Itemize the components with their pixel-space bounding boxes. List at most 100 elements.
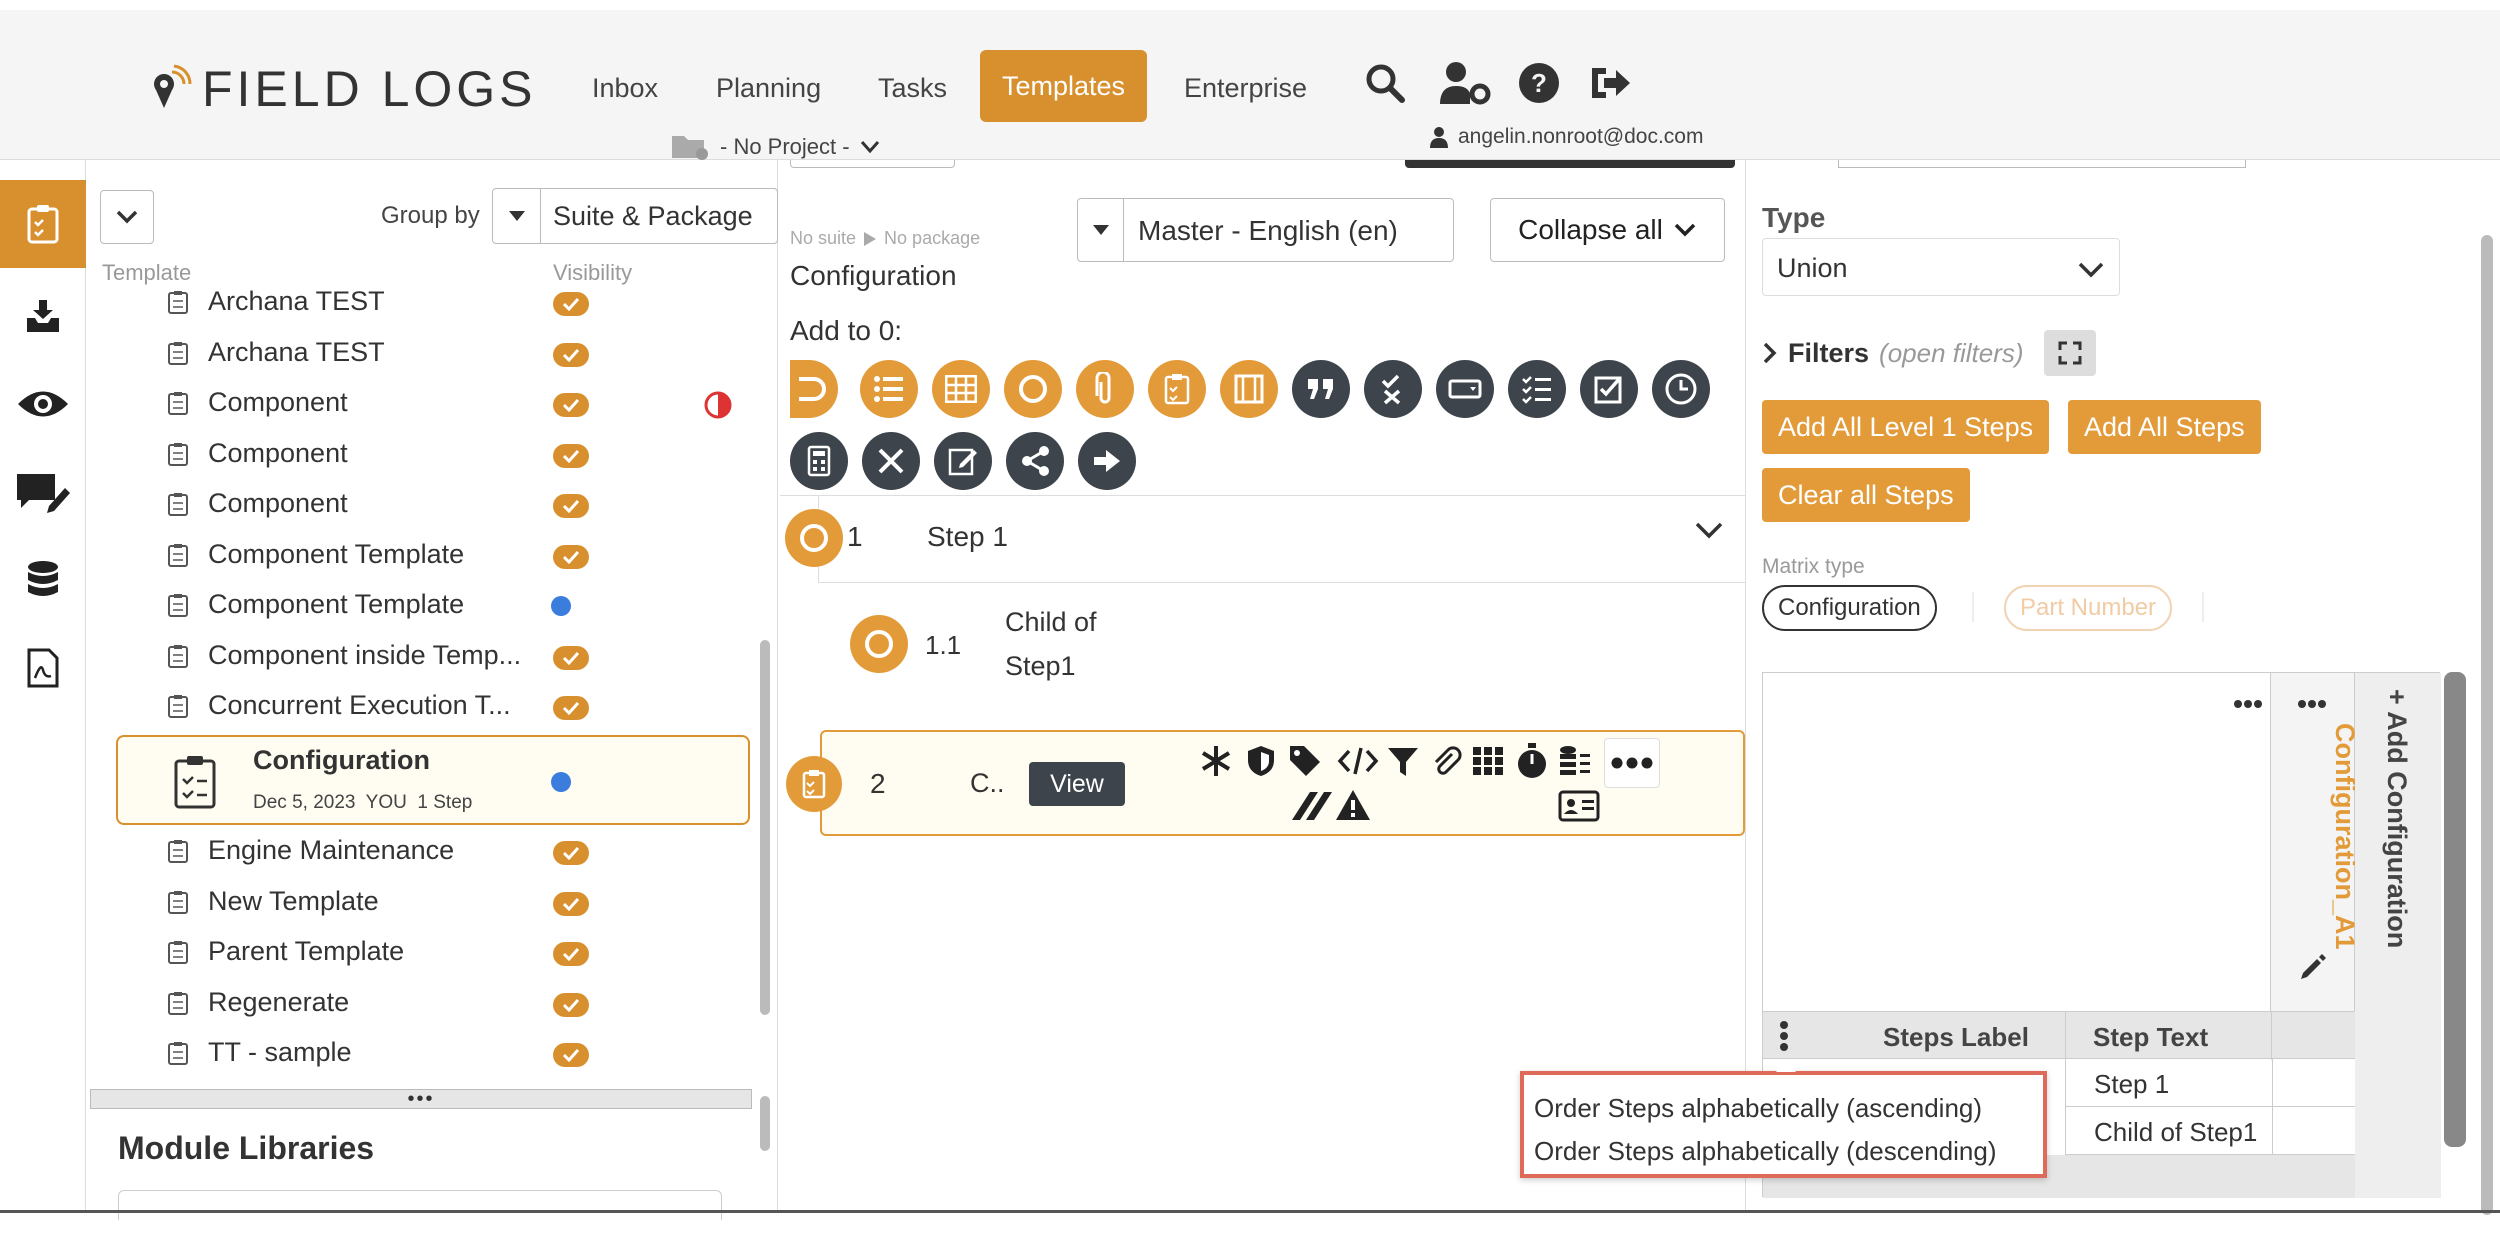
visibility-check-icon[interactable] <box>553 292 589 316</box>
check-x-icon[interactable] <box>1364 360 1422 418</box>
matrix-scrollbar[interactable] <box>2444 672 2466 1147</box>
search-icon[interactable] <box>1362 60 1408 106</box>
checklist-icon[interactable] <box>1148 360 1206 418</box>
template-row[interactable]: Component <box>88 480 778 530</box>
template-row[interactable]: TT - sample <box>88 1029 778 1079</box>
nav-tasks[interactable]: Tasks <box>878 60 947 116</box>
template-row[interactable]: Engine Maintenance <box>88 827 778 877</box>
rail-pdf[interactable] <box>0 624 86 712</box>
matrix-type-part-number[interactable]: Part Number <box>2004 585 2173 631</box>
clear-all-steps-button[interactable]: Clear all Steps <box>1762 468 1970 522</box>
paperclip-icon[interactable] <box>1430 744 1462 778</box>
clock-icon[interactable] <box>1652 360 1710 418</box>
tools-icon[interactable] <box>862 432 920 490</box>
panel-scrollbar[interactable] <box>2481 235 2493 1215</box>
selected-step-row[interactable]: 2 C.. View <box>786 730 1745 836</box>
slash-split-icon[interactable] <box>1290 790 1332 822</box>
more-dots-icon[interactable] <box>2233 699 2263 709</box>
table-row[interactable]: Step 1 <box>2065 1059 2355 1107</box>
table-row[interactable]: Child of Step1 <box>2065 1107 2355 1155</box>
panel-scrollbar[interactable] <box>760 1096 770 1151</box>
visibility-check-icon[interactable] <box>553 891 589 916</box>
template-row[interactable]: Component Template <box>88 531 778 581</box>
pencil-icon[interactable] <box>2299 953 2327 981</box>
add-level1-steps-button[interactable]: Add All Level 1 Steps <box>1762 400 2050 454</box>
more-dots-icon[interactable] <box>2297 699 2327 709</box>
filters-toggle[interactable]: Filters (open filters) <box>1762 330 2096 376</box>
selected-template-row[interactable]: Configuration Dec 5, 2023 YOU 1 Step <box>116 735 750 825</box>
database-list-icon[interactable] <box>1558 744 1592 778</box>
visibility-check-icon[interactable] <box>553 696 589 720</box>
matrix-type-configuration[interactable]: Configuration <box>1762 585 1937 631</box>
template-row[interactable]: Parent Template <box>88 928 778 978</box>
config-column-header[interactable]: Configuration_A1 <box>2271 673 2360 1011</box>
module-search-input[interactable] <box>118 1190 722 1220</box>
breadcrumb-suite[interactable]: No suite <box>790 228 856 249</box>
vertical-dots-icon[interactable] <box>1779 1020 1789 1052</box>
chevron-down-icon[interactable] <box>1694 521 1724 541</box>
resize-handle[interactable]: ••• <box>90 1089 752 1109</box>
list-icon[interactable] <box>860 360 918 418</box>
warning-icon[interactable] <box>1334 788 1372 822</box>
visibility-check-icon[interactable] <box>553 544 589 569</box>
template-row[interactable]: Concurrent Execution T... <box>88 682 778 732</box>
expand-icon[interactable] <box>2043 330 2096 376</box>
template-row[interactable]: Component inside Temp... <box>88 632 778 682</box>
template-row[interactable]: Regenerate <box>88 979 778 1029</box>
template-row[interactable]: Component <box>88 430 778 480</box>
template-row[interactable]: New Template <box>88 878 778 928</box>
film-icon[interactable] <box>1220 360 1278 418</box>
circle-step-icon[interactable] <box>1004 360 1062 418</box>
nav-inbox[interactable]: Inbox <box>592 60 658 116</box>
user-account[interactable]: angelin.nonroot@doc.com <box>1430 125 1703 149</box>
order-ascending-option[interactable]: Order Steps alphabetically (ascending) <box>1534 1093 1982 1124</box>
visibility-check-icon[interactable] <box>553 1043 589 1067</box>
attachment-icon[interactable] <box>1076 360 1134 418</box>
visibility-check-icon[interactable] <box>553 841 589 865</box>
asterisk-icon[interactable] <box>1199 744 1233 778</box>
logout-icon[interactable] <box>1588 60 1634 106</box>
code-icon[interactable] <box>1337 746 1379 776</box>
nav-planning[interactable]: Planning <box>716 60 821 116</box>
more-options-button[interactable] <box>1604 738 1660 788</box>
rail-visibility[interactable] <box>0 360 86 448</box>
breadcrumb-package[interactable]: No package <box>884 228 980 249</box>
arrow-right-icon[interactable] <box>1078 432 1136 490</box>
edit-form-icon[interactable] <box>934 432 992 490</box>
visibility-check-icon[interactable] <box>553 393 589 417</box>
visibility-dot[interactable] <box>551 772 571 792</box>
id-card-icon[interactable] <box>1558 790 1600 822</box>
share-icon[interactable] <box>1006 432 1064 490</box>
visibility-check-icon[interactable] <box>553 942 589 966</box>
collapse-all-button[interactable]: Collapse all <box>1490 198 1725 262</box>
visibility-check-icon[interactable] <box>553 443 589 468</box>
type-select[interactable]: Union <box>1762 238 2120 296</box>
visibility-check-icon[interactable] <box>553 494 589 518</box>
tags-icon[interactable] <box>1288 744 1328 778</box>
collapse-dropdown-button[interactable] <box>100 190 154 244</box>
template-row[interactable]: Component Template <box>88 581 778 631</box>
checkbox-icon[interactable] <box>1580 360 1638 418</box>
template-row[interactable]: Archana TEST <box>88 329 778 379</box>
table-icon[interactable] <box>932 360 990 418</box>
order-descending-option[interactable]: Order Steps alphabetically (descending) <box>1534 1136 1996 1167</box>
group-by-select[interactable]: Suite & Package <box>492 188 778 244</box>
view-button[interactable]: View <box>1029 762 1125 806</box>
user-settings-icon[interactable] <box>1438 60 1492 106</box>
visibility-check-icon[interactable] <box>553 645 589 670</box>
rail-database[interactable] <box>0 536 86 624</box>
calculator-icon[interactable] <box>790 432 848 490</box>
rail-comments[interactable] <box>0 448 86 536</box>
language-select[interactable]: Master - English (en) <box>1077 198 1454 262</box>
task-list-icon[interactable] <box>1508 360 1566 418</box>
template-row[interactable]: Archana TEST <box>88 290 778 328</box>
nav-enterprise[interactable]: Enterprise <box>1184 60 1307 116</box>
app-logo[interactable]: FIELD LOGS <box>150 60 537 118</box>
template-row[interactable]: Component <box>88 379 778 429</box>
project-selector[interactable]: - No Project - <box>670 132 880 162</box>
quote-icon[interactable] <box>1292 360 1350 418</box>
grid-icon[interactable] <box>1472 746 1504 776</box>
add-step-partial-icon[interactable] <box>790 360 838 418</box>
shield-icon[interactable] <box>1244 744 1278 778</box>
rail-inbox[interactable] <box>0 272 86 360</box>
